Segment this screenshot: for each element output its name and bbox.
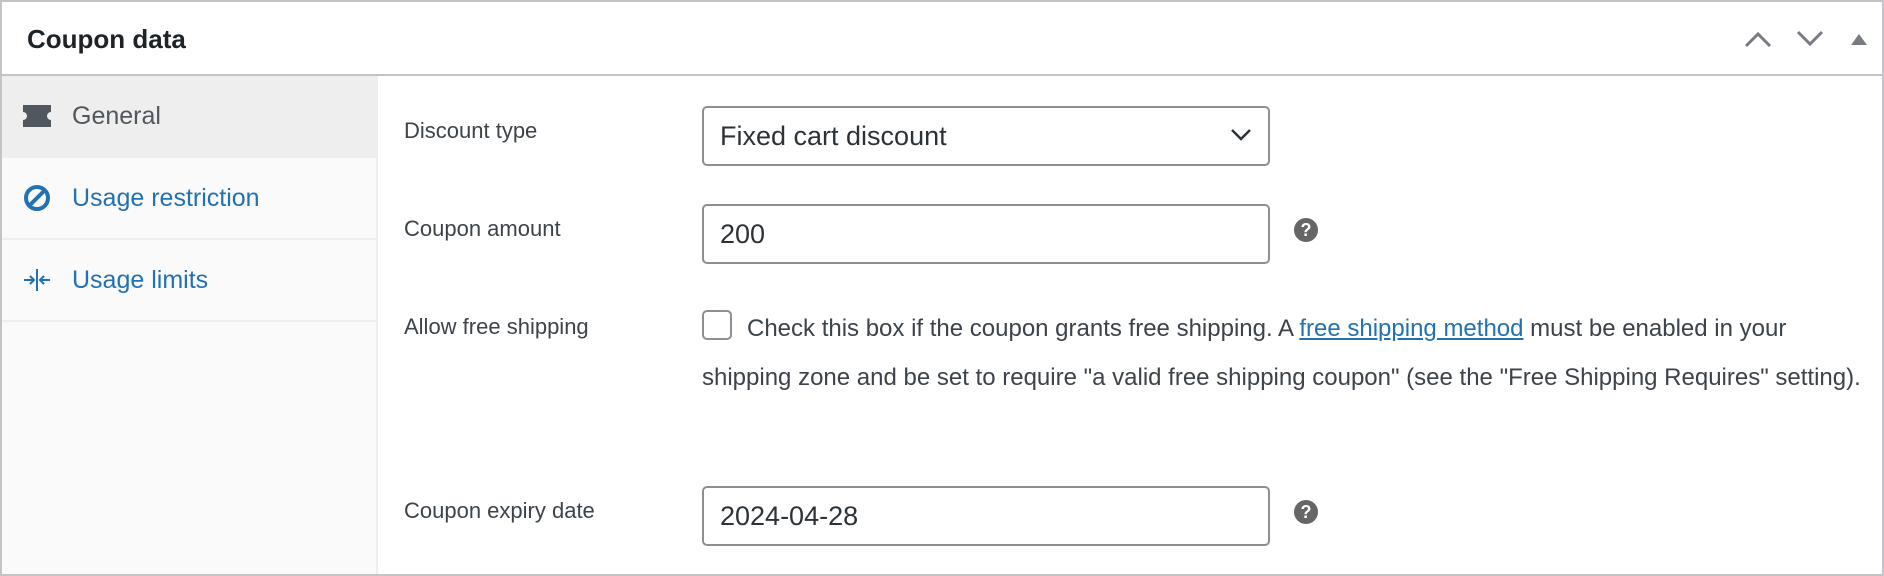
chevron-down-icon (1796, 30, 1824, 47)
tab-label: Usage restriction (72, 183, 260, 212)
expiry-date-value: 2024-04-28 (720, 500, 859, 531)
panel-header: Coupon data (2, 2, 1882, 76)
panel-title: Coupon data (27, 24, 186, 54)
ticket-icon (22, 101, 52, 131)
tab-usage-limits[interactable]: Usage limits (2, 240, 376, 322)
free-shipping-checkbox[interactable] (702, 310, 732, 340)
chevron-down-icon (1231, 129, 1251, 141)
tab-usage-restriction[interactable]: Usage restriction (2, 158, 376, 240)
description-text: Check this box if the coupon grants free… (747, 315, 1300, 342)
tab-label: Usage limits (72, 265, 209, 294)
expiry-date-label: Coupon expiry date (404, 498, 595, 523)
coupon-data-panel: Coupon data General Usage restriction Us… (0, 0, 1884, 576)
free-shipping-method-link[interactable]: free shipping method (1299, 315, 1523, 342)
chevron-up-icon (1744, 31, 1772, 48)
free-shipping-label: Allow free shipping (404, 314, 589, 339)
coupon-amount-value: 200 (720, 218, 766, 249)
move-down-button[interactable] (1784, 2, 1836, 76)
coupon-amount-label: Coupon amount (404, 216, 561, 241)
toggle-panel-button[interactable] (1836, 2, 1882, 76)
discount-type-select[interactable]: Fixed cart discount (702, 106, 1270, 166)
move-up-button[interactable] (1732, 2, 1784, 76)
collapse-arrows-icon (22, 265, 52, 295)
header-actions (1732, 2, 1882, 76)
coupon-tabs: General Usage restriction Usage limits (2, 76, 378, 574)
discount-type-label: Discount type (404, 118, 538, 143)
expiry-date-input[interactable]: 2024-04-28 (702, 486, 1270, 546)
coupon-amount-input[interactable]: 200 (702, 204, 1270, 264)
coupon-amount-help-icon[interactable]: ? (1294, 218, 1318, 242)
general-panel: Discount type Fixed cart discount Coupon… (380, 76, 1882, 574)
tab-general[interactable]: General (2, 76, 376, 158)
prohibited-icon (22, 183, 52, 213)
triangle-up-icon (1851, 34, 1867, 45)
free-shipping-description: Check this box if the coupon grants free… (702, 304, 1862, 402)
tab-label: General (72, 101, 161, 130)
expiry-date-help-icon[interactable]: ? (1294, 500, 1318, 524)
discount-type-value: Fixed cart discount (720, 120, 947, 151)
